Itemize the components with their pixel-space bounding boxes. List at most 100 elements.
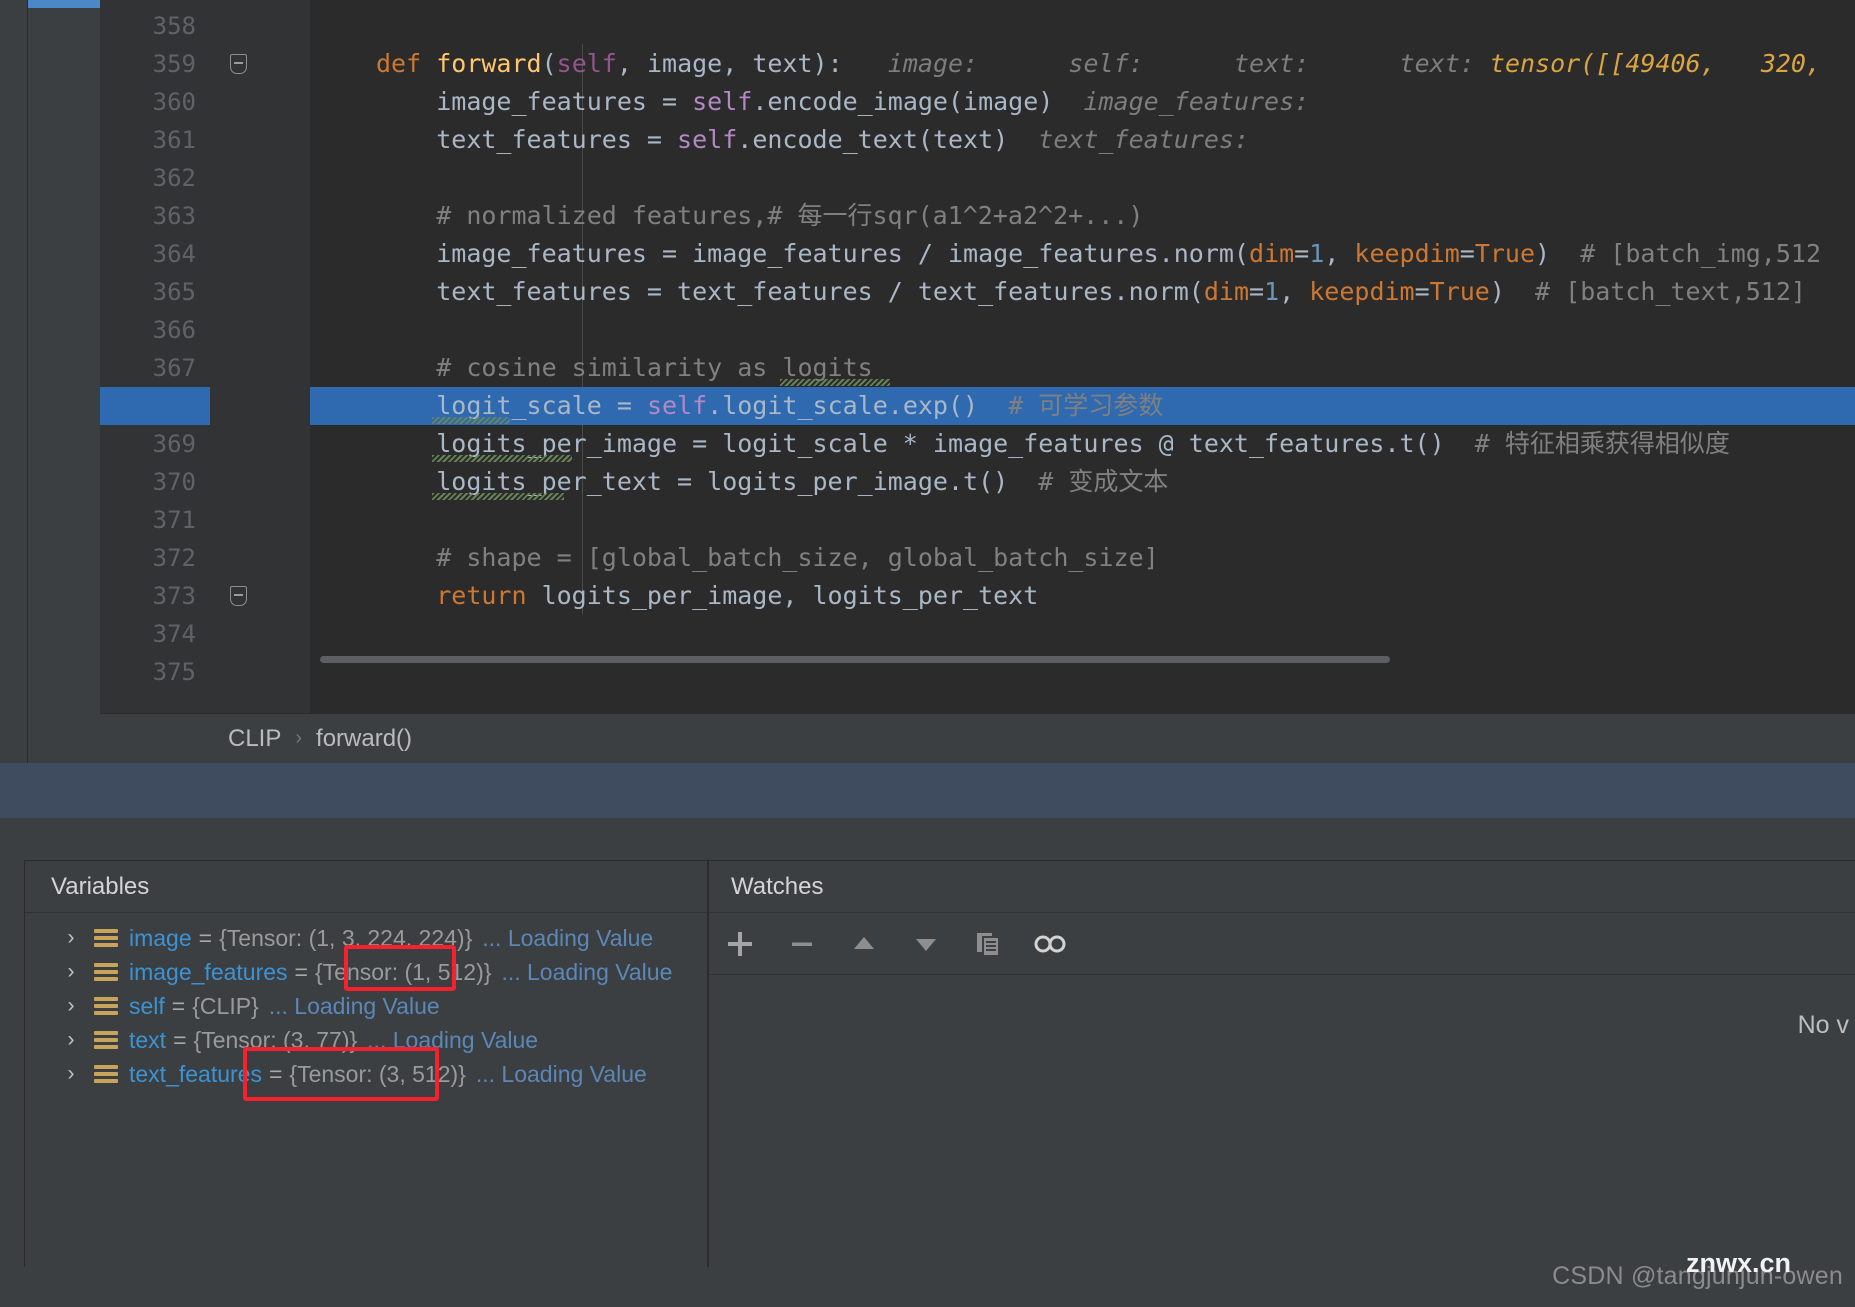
editor-hscrollbar[interactable] — [310, 653, 1855, 665]
code-fold-marker[interactable] — [230, 54, 247, 74]
minus-icon[interactable] — [771, 913, 833, 975]
code-fold-gutter[interactable] — [212, 0, 310, 713]
variable-type-icon — [93, 927, 119, 949]
expand-chevron-icon[interactable]: › — [59, 994, 83, 1018]
code-token: ( — [541, 49, 557, 78]
code-token: text: — [1309, 49, 1490, 78]
variable-type-icon — [93, 1029, 119, 1051]
line-number: 369 — [152, 430, 196, 458]
code-token: # [batch_text,512] — [1504, 277, 1806, 306]
code-line[interactable]: image_features = self.encode_image(image… — [310, 83, 1855, 121]
breadcrumb-item-method[interactable]: forward() — [316, 725, 412, 753]
variable-row[interactable]: › image_features = {Tensor: (1, 512)}... Lo… — [25, 955, 707, 989]
watches-empty-text: No v — [1797, 1011, 1849, 1039]
line-number: 366 — [152, 316, 196, 344]
code-token: keepdim — [1354, 239, 1460, 268]
code-line[interactable]: return logits_per_image, logits_per_text — [310, 577, 1855, 615]
line-number: 365 — [152, 278, 196, 306]
variable-row[interactable]: › text = {Tensor: (3, 77)}... Loading Value — [25, 1023, 707, 1057]
code-token: logits_per_image = logit_scale * image_f… — [436, 429, 1445, 458]
top-accent-bar — [28, 0, 100, 8]
line-number: 374 — [152, 620, 196, 648]
editor-hscrollbar-thumb[interactable] — [320, 656, 1390, 663]
code-token: keepdim — [1309, 277, 1415, 306]
arrow-up-icon[interactable] — [833, 913, 895, 975]
variable-row[interactable]: › text_features = {Tensor: (3, 512)}... Loa… — [25, 1057, 707, 1091]
breadcrumb-item-class[interactable]: CLIP — [228, 725, 281, 753]
code-line[interactable] — [310, 7, 1855, 45]
variable-loading-label[interactable]: ... Loading Value — [491, 959, 672, 986]
code-token: True — [1474, 239, 1536, 268]
code-line[interactable] — [310, 501, 1855, 539]
variable-equals: = — [173, 1026, 187, 1053]
copy-icon[interactable] — [957, 913, 1019, 975]
code-token: ) — [1535, 239, 1551, 268]
variable-name: text_features — [129, 1060, 262, 1087]
code-token: image_features: — [1053, 87, 1310, 116]
expand-chevron-icon[interactable]: › — [59, 1028, 83, 1052]
spellcheck-squiggle — [780, 379, 890, 386]
code-token: self: — [978, 49, 1144, 78]
watches-panel: Watches No v — [708, 860, 1855, 1267]
code-token: .logit_scale.exp() — [707, 391, 979, 420]
code-line[interactable]: # shape = [global_batch_size, global_bat… — [310, 539, 1855, 577]
expand-chevron-icon[interactable]: › — [59, 960, 83, 984]
arrow-down-icon[interactable] — [895, 913, 957, 975]
variables-list[interactable]: › image = {Tensor: (1, 3, 224, 224)}... Loa… — [25, 913, 707, 1091]
code-line[interactable]: # cosine similarity as logits — [310, 349, 1855, 387]
variable-row[interactable]: › self = {CLIP}... Loading Value — [25, 989, 707, 1023]
code-token: self — [692, 87, 753, 116]
watches-toolbar[interactable] — [709, 913, 1855, 975]
variables-panel: Variables › image = {Tensor: (1, 3, 224, 22… — [24, 860, 708, 1267]
variable-value: {Tensor: (1, 512)} — [314, 958, 492, 985]
code-token: image: — [842, 49, 979, 78]
variable-equals: = — [268, 1060, 283, 1087]
code-token: = — [1459, 239, 1475, 268]
code-token: forward — [436, 49, 542, 78]
variable-value: {Tensor: (3, 77)} — [193, 1026, 358, 1053]
variable-type-icon — [93, 1063, 119, 1085]
breadcrumb[interactable]: CLIP › forward() — [100, 713, 1855, 763]
line-number-gutter[interactable]: 3583593603613623633643653663673683693703… — [100, 0, 212, 713]
code-line[interactable] — [310, 311, 1855, 349]
line-number: 363 — [152, 202, 196, 230]
debug-toolbar-band — [0, 818, 1855, 860]
code-token: text_features = — [436, 125, 678, 154]
line-number: 360 — [152, 88, 196, 116]
code-line[interactable]: image_features = image_features / image_… — [310, 235, 1855, 273]
code-token: logits_per_text = logits_per_image.t() — [436, 467, 1009, 496]
current-line-gutter-highlight — [100, 387, 210, 425]
variable-loading-label[interactable]: ... Loading Value — [259, 993, 440, 1020]
code-token: logit_scale = — [436, 391, 647, 420]
code-line[interactable]: text_features = self.encode_text(text) t… — [310, 121, 1855, 159]
plus-icon[interactable] — [709, 913, 771, 975]
code-token: = — [1414, 277, 1430, 306]
code-line[interactable]: logit_scale = self.logit_scale.exp() # 可… — [310, 387, 1855, 425]
code-token: # shape = [global_batch_size, global_bat… — [436, 543, 1159, 572]
watches-panel-title: Watches — [709, 861, 1855, 913]
code-token: self — [646, 391, 708, 420]
code-token: , image, text): — [616, 49, 843, 78]
code-line[interactable] — [310, 159, 1855, 197]
code-editor[interactable]: 3583593603613623633643653663673683693703… — [100, 0, 1855, 713]
variable-loading-label[interactable]: ... Loading Value — [357, 1027, 538, 1054]
code-token: image_features = — [436, 87, 693, 116]
variable-name: self — [129, 992, 165, 1019]
code-content-area[interactable]: def forward(self, image, text): image: s… — [310, 0, 1855, 713]
code-line[interactable]: text_features = text_features / text_fea… — [310, 273, 1855, 311]
variable-loading-label[interactable]: ... Loading Value — [466, 1061, 647, 1088]
variable-row[interactable]: › image = {Tensor: (1, 3, 224, 224)}... Loa… — [25, 921, 707, 955]
code-line[interactable]: # normalized features,# 每一行sqr(a1^2+a2^2… — [310, 197, 1855, 235]
code-token: = — [1249, 277, 1265, 306]
code-fold-marker[interactable] — [230, 586, 247, 606]
expand-chevron-icon[interactable]: › — [59, 1062, 83, 1086]
code-token: .encode_text(text) — [737, 125, 1009, 154]
line-number: 361 — [152, 126, 196, 154]
code-token: text_features = text_features / text_fea… — [436, 277, 1204, 306]
variable-loading-label[interactable]: ... Loading Value — [472, 925, 653, 952]
code-line[interactable]: def forward(self, image, text): image: s… — [310, 45, 1855, 83]
code-line[interactable] — [310, 615, 1855, 653]
glasses-icon[interactable] — [1019, 913, 1081, 975]
expand-chevron-icon[interactable]: › — [59, 926, 83, 950]
code-token: dim — [1203, 277, 1249, 306]
